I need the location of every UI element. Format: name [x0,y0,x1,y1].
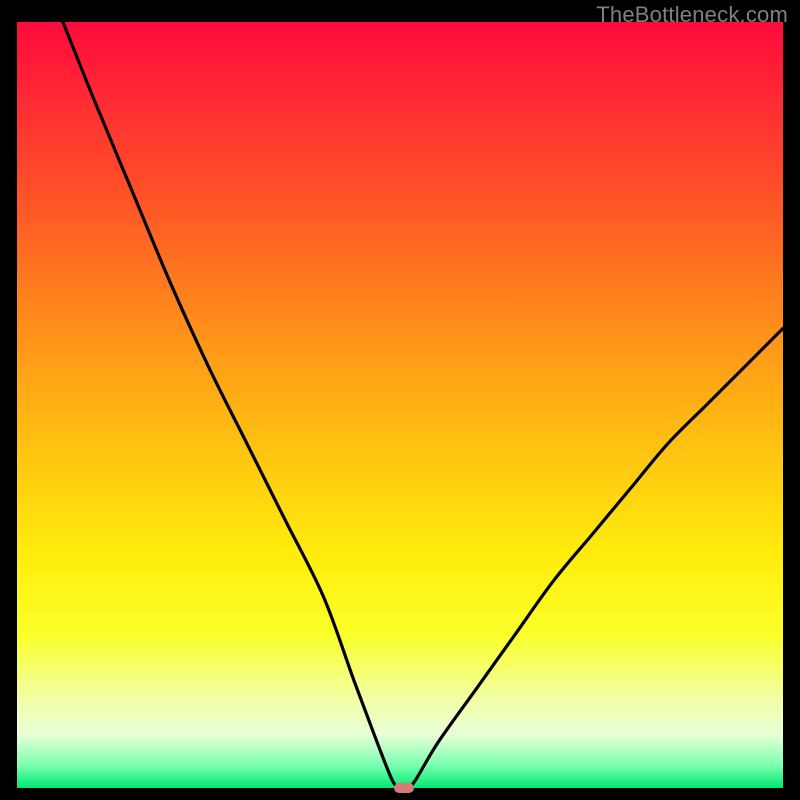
watermark-text: TheBottleneck.com [596,2,788,28]
bottleneck-curve [17,22,783,788]
curve-path [63,22,783,789]
min-marker [394,783,414,793]
plot-area [17,22,783,788]
chart-frame: TheBottleneck.com [0,0,800,800]
